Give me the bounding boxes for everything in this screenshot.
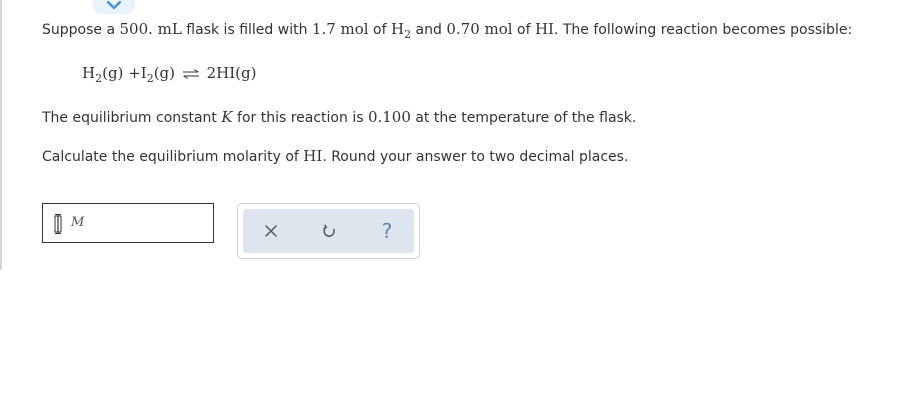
intro-text: flask is filled with: [181, 22, 312, 38]
eq-state: (g): [102, 64, 124, 82]
eq-state: (g): [235, 64, 257, 82]
intro-text: . The following reaction becomes possibl…: [553, 22, 853, 38]
volume-value: 500. mL: [119, 20, 182, 38]
reaction-equation: H2(g) +I2(g) 2HI(g): [82, 64, 257, 85]
toolbar-inner: ?: [243, 209, 414, 253]
hi-amount: 0.70 mol: [446, 20, 513, 38]
intro-text: of: [368, 22, 391, 38]
intro-text: and: [411, 22, 447, 38]
h2-formula: H2: [391, 20, 412, 41]
help-icon: ?: [381, 219, 393, 243]
undo-icon: [323, 224, 335, 237]
eq-h2: H: [82, 64, 96, 82]
ask-sentence: Calculate the equilibrium molarity of HI…: [42, 147, 629, 165]
k-value: 0.100: [367, 108, 411, 126]
chevron-down-icon: [107, 1, 121, 10]
text-cursor-icon: [54, 214, 62, 234]
answer-toolbar: ?: [237, 203, 420, 259]
answer-input[interactable]: M: [42, 203, 214, 243]
help-button[interactable]: ?: [365, 209, 409, 253]
eq-state: (g): [153, 64, 176, 82]
hi-formula: HI: [534, 20, 554, 38]
left-border: [0, 0, 2, 270]
unit-label: M: [71, 215, 85, 230]
clear-button[interactable]: [249, 209, 293, 253]
intro-text: Suppose a: [42, 22, 120, 38]
collapse-tab[interactable]: [93, 0, 135, 14]
undo-button[interactable]: [307, 209, 351, 253]
ask-species: HI: [303, 147, 323, 165]
x-icon: [265, 225, 277, 237]
intro-text: of: [512, 22, 535, 38]
h2-amount: 1.7 mol: [311, 20, 369, 38]
intro-sentence: Suppose a 500. mL flask is filled with 1…: [42, 19, 852, 40]
eq-plus: +: [128, 64, 141, 82]
k-sentence: The equilibrium constant K for this reac…: [42, 108, 637, 126]
equilibrium-arrows-icon: [182, 69, 199, 79]
eq-product: 2HI: [206, 64, 236, 82]
k-symbol: K: [221, 108, 233, 126]
